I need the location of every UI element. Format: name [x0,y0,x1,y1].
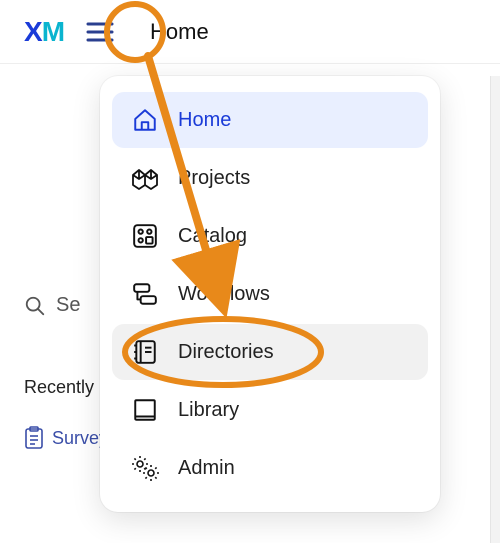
nav-item-label: Directories [178,341,274,364]
page-title: Home [150,19,209,45]
nav-item-admin[interactable]: Admin [112,440,428,496]
nav-item-label: Home [178,109,231,132]
hamburger-menu-button[interactable] [74,6,126,58]
nav-item-label: Workflows [178,283,270,306]
nav-item-catalog[interactable]: Catalog [112,208,428,264]
nav-item-library[interactable]: Library [112,382,428,438]
main-nav-menu: Home Projects Catalog [100,76,440,512]
logo-letter-x: X [24,16,42,47]
nav-item-directories[interactable]: Directories [112,324,428,380]
library-icon [130,395,160,425]
top-bar: XM Home [0,0,500,64]
catalog-icon [130,221,160,251]
nav-item-label: Admin [178,457,235,480]
directories-icon [130,337,160,367]
search-text-partial: Se [56,294,80,317]
nav-item-projects[interactable]: Projects [112,150,428,206]
logo-letter-m: M [42,16,64,47]
right-gutter [490,76,500,543]
nav-item-home[interactable]: Home [112,92,428,148]
logo: XM [24,16,64,48]
nav-item-workflows[interactable]: Workflows [112,266,428,322]
admin-icon [130,453,160,483]
nav-item-label: Library [178,399,239,422]
clipboard-icon [24,426,44,450]
home-icon [130,105,160,135]
nav-item-label: Projects [178,167,250,190]
hamburger-icon [86,22,114,42]
projects-icon [130,163,160,193]
search-icon [24,295,46,317]
workflows-icon [130,279,160,309]
nav-item-label: Catalog [178,225,247,248]
